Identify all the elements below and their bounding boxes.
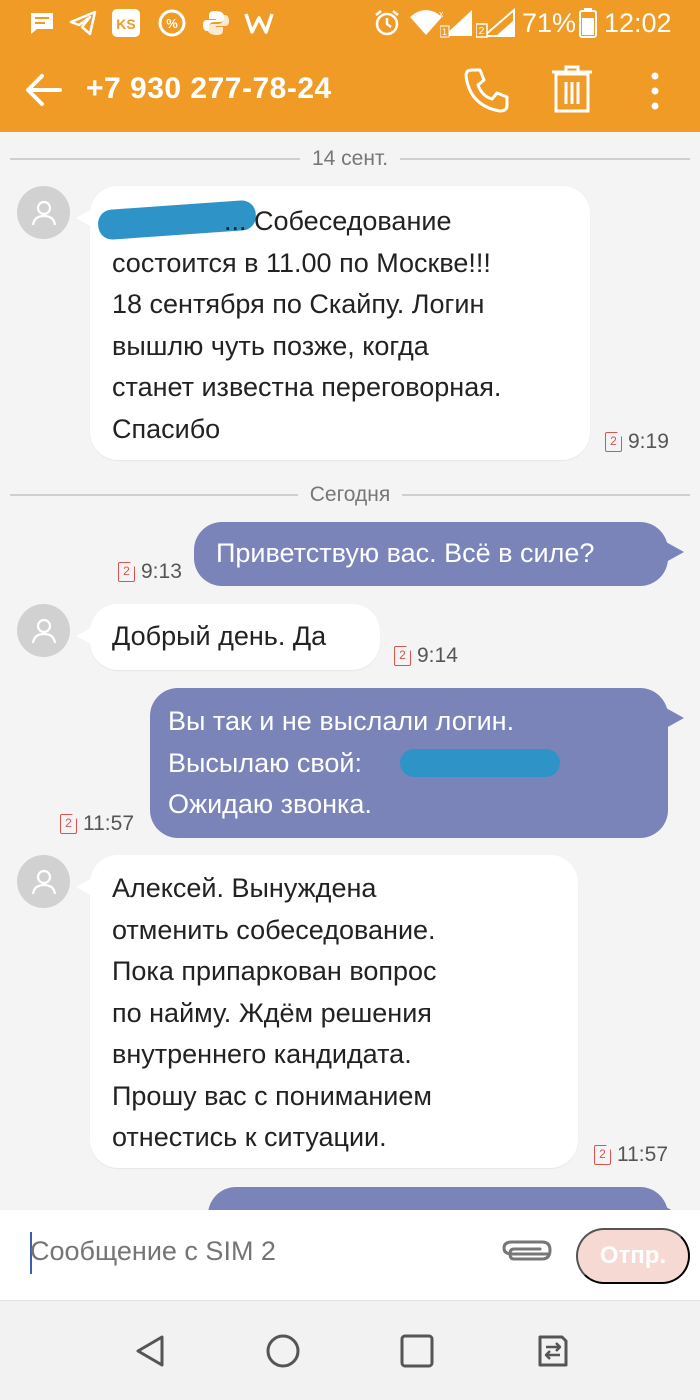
telegram-icon [68, 8, 98, 38]
sim-card-icon: 2 [594, 1145, 611, 1165]
signal-sim1-icon: 1 [440, 8, 474, 38]
system-navigation-bar [0, 1300, 700, 1400]
sim-card-icon: 2 [118, 562, 135, 582]
svg-text:KS: KS [116, 16, 135, 32]
wifi-icon: x [408, 8, 444, 38]
message-line: отменить собеседование. [112, 914, 436, 945]
message-line: по найму. Ждём решения [112, 997, 432, 1028]
message-timestamp: 2 11:57 [594, 1143, 668, 1167]
contact-avatar-icon[interactable] [17, 186, 70, 239]
message-timestamp: 2 9:14 [394, 644, 458, 668]
w-app-icon [244, 8, 274, 38]
switch-sim-icon[interactable] [532, 1331, 572, 1371]
message-line: Приветствую вас. Всё в силе? [216, 538, 595, 568]
message-line: Высылаю свой: [168, 743, 650, 785]
phone-call-icon[interactable] [462, 66, 510, 114]
battery-icon [578, 8, 598, 38]
home-nav-icon[interactable] [263, 1331, 303, 1371]
svg-text:%: % [166, 16, 178, 31]
signal-sim2-icon: 2 [476, 8, 516, 38]
message-input[interactable] [30, 1236, 450, 1267]
contact-avatar-icon[interactable] [17, 604, 70, 657]
message-icon [28, 8, 56, 38]
message-line: состоится в 11.00 по Москве!!! [112, 247, 491, 278]
outgoing-message-bubble[interactable]: Вы так и не выслали логин. Высылаю свой:… [150, 688, 684, 838]
date-divider: 14 сент. [10, 144, 691, 174]
message-line: Прошу вас с пониманием [112, 1080, 432, 1111]
message-line: отнестись к ситуации. [112, 1122, 387, 1152]
message-line: внутреннего кандидата. [112, 1039, 412, 1069]
message-line: Спасибо [112, 413, 221, 444]
message-line: Вы так и не выслали логин. [168, 706, 515, 736]
message-line: станет известна переговорная. [112, 372, 502, 402]
message-line: Ожидаю звонка. [168, 789, 372, 819]
python-icon [200, 8, 232, 38]
delete-trash-icon[interactable] [550, 64, 594, 114]
status-bar: KS % x 1 2 71% 12:02 [0, 0, 700, 46]
discount-icon: % [156, 8, 188, 38]
back-arrow-icon[interactable] [22, 68, 66, 112]
message-composer: Отпр. [0, 1210, 700, 1300]
sim-card-icon: 2 [60, 814, 77, 834]
ks-app-icon: KS [110, 8, 142, 38]
sim-card-icon: 2 [605, 432, 622, 452]
message-timestamp: 2 9:13 [118, 560, 182, 584]
message-line: ... Собеседование [97, 199, 568, 243]
app-bar: +7 930 277-78-24 [0, 50, 700, 132]
incoming-message-bubble[interactable]: ... Собеседование состоится в 11.00 по М… [76, 186, 590, 460]
message-timestamp: 2 11:57 [60, 812, 134, 836]
clock: 12:02 [604, 8, 672, 38]
date-label: 14 сент. [311, 147, 389, 170]
message-timestamp: 2 9:19 [605, 430, 669, 454]
message-line: 18 сентября по Скайпу. Логин [112, 289, 485, 319]
date-divider: Сегодня [10, 480, 691, 510]
back-nav-icon[interactable] [130, 1331, 170, 1371]
redacted-login [400, 748, 560, 777]
incoming-message-bubble[interactable]: Алексей. Вынуждена отменить собеседовани… [76, 855, 578, 1168]
contact-avatar-icon[interactable] [17, 855, 70, 908]
recents-nav-icon[interactable] [397, 1331, 437, 1371]
outgoing-message-bubble[interactable]: Приветствую вас. Всё в силе? [194, 522, 684, 586]
sim-card-icon: 2 [394, 646, 411, 666]
date-label: Сегодня [309, 483, 391, 506]
incoming-message-bubble[interactable]: Добрый день. Да [76, 604, 380, 670]
more-options-icon[interactable] [640, 66, 670, 116]
top-bar: KS % x 1 2 71% 12:02 +7 930 277-78-24 [0, 0, 700, 132]
message-line: Добрый день. Да [112, 621, 327, 651]
contact-phone-number: +7 930 277-78-24 [86, 72, 332, 105]
svg-text:1: 1 [442, 27, 447, 37]
message-line: вышлю чуть позже, когда [112, 330, 429, 361]
battery-percent: 71% [522, 8, 577, 38]
message-line: Пока припаркован вопрос [112, 956, 437, 986]
alarm-icon [372, 8, 402, 38]
attachment-paperclip-icon[interactable] [498, 1237, 554, 1271]
message-line: Алексей. Вынуждена [112, 873, 377, 903]
svg-text:2: 2 [479, 26, 485, 37]
send-button[interactable]: Отпр. [576, 1228, 690, 1284]
